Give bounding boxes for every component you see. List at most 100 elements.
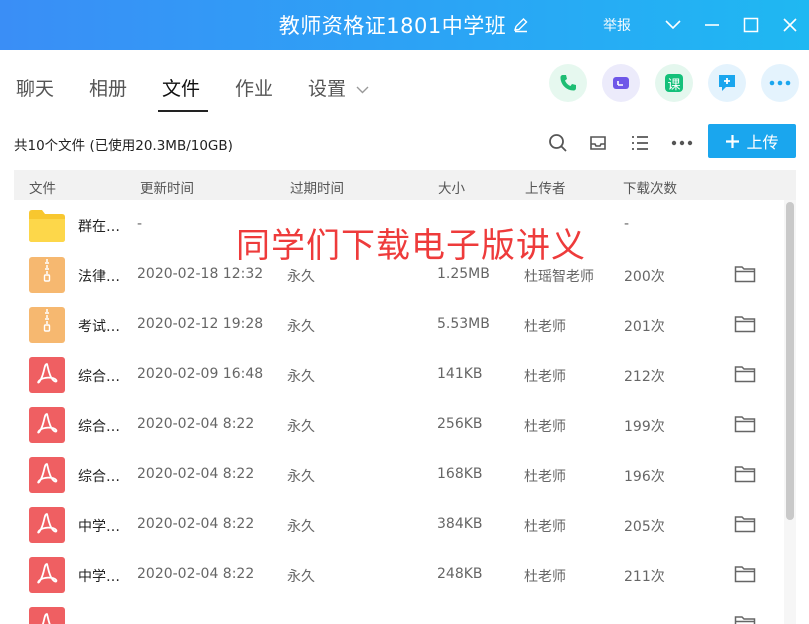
file-updated-time: 2020-02-12 19:28 [137,316,264,332]
pdf-file-icon [28,507,66,543]
title-bar: 教师资格证1801中学班 举报 [0,0,809,50]
column-header-expire[interactable]: 过期时间 [290,177,344,197]
file-row[interactable]: 中学… 2020-02-04 8:22 永久 248KB 杜老师 211次 [14,550,784,600]
file-download-count: - [624,216,630,232]
overlay-caption: 同学们下载电子版讲义 [236,226,586,266]
open-folder-icon[interactable] [734,465,756,487]
file-row[interactable]: 综合… 2020-02-04 8:22 永久 168KB 杜老师 196次 [14,450,784,500]
file-name[interactable]: 综合… [78,416,120,436]
file-size: 168KB [437,466,483,482]
chevron-down-icon[interactable] [653,0,692,50]
tab-files[interactable]: 文件 [162,74,200,101]
file-expire-time: 永久 [287,369,315,385]
open-folder-icon[interactable] [734,315,756,337]
scrollbar-thumb[interactable] [786,202,794,520]
tab-bar: 聊天 相册 文件 作业 设置 课 [0,60,809,112]
file-updated-time: - [137,216,143,232]
settings-chevron-icon[interactable] [356,79,369,98]
pdf-file-icon [28,607,66,624]
more-options-icon[interactable] [669,130,695,156]
pdf-file-icon [28,557,66,593]
tab-homework[interactable]: 作业 [235,74,273,101]
file-updated-time: 2020-02-04 8:22 [137,516,255,532]
file-uploader: 杜老师 [524,419,566,435]
open-folder-icon[interactable] [734,415,756,437]
search-icon[interactable] [545,130,571,156]
file-uploader: 杜老师 [524,569,566,585]
file-name[interactable]: 中学… [78,516,120,536]
pdf-file-icon [28,457,66,493]
course-label: 课 [667,77,681,93]
file-expire-time: 永久 [287,319,315,335]
column-header-time[interactable]: 更新时间 [140,177,194,197]
open-folder-icon[interactable] [734,365,756,387]
file-toolbar: 共10个文件 (已使用20.3MB/10GB) 上传 [0,122,809,162]
file-row[interactable]: 综合… 2020-02-09 16:48 永久 141KB 杜老师 212次 [14,350,784,400]
list-view-icon[interactable] [627,130,653,156]
file-updated-time: 2020-02-04 8:22 [137,566,255,582]
file-name[interactable]: 综合… [78,366,120,386]
file-updated-time: 2020-02-18 12:32 [137,266,264,282]
file-size: 384KB [437,516,483,532]
file-expire-time: 永久 [287,469,315,485]
tab-chat[interactable]: 聊天 [16,74,54,101]
file-name[interactable]: 考试… [78,316,120,336]
open-folder-icon[interactable] [734,515,756,537]
video-call-button[interactable] [602,64,640,102]
file-size: 256KB [437,416,483,432]
inbox-icon[interactable] [585,130,611,156]
file-updated-time: 2020-02-04 8:22 [137,416,255,432]
file-download-count: 196次 [624,469,665,485]
open-folder-icon[interactable] [734,265,756,287]
file-row[interactable]: 中学… 2020-02-04 8:22 永久 384KB 杜老师 205次 [14,500,784,550]
upload-button[interactable]: 上传 [708,124,796,158]
file-name[interactable]: 群在… [78,216,120,236]
close-icon[interactable] [770,0,809,50]
file-download-count: 200次 [624,269,665,285]
more-icon [769,80,791,86]
file-download-count: 212次 [624,369,665,385]
minimize-icon[interactable] [692,0,731,50]
column-header-name[interactable]: 文件 [29,177,56,197]
phone-icon [560,75,576,91]
tab-album[interactable]: 相册 [89,74,127,101]
file-expire-time: 永久 [287,569,315,585]
file-expire-time: 永久 [287,419,315,435]
column-header-size[interactable]: 大小 [438,177,465,197]
zip-file-icon [28,307,66,343]
file-name[interactable]: 综合… [78,466,120,486]
file-download-count: 211次 [624,569,665,585]
course-button[interactable]: 课 [655,64,693,102]
maximize-icon[interactable] [731,0,770,50]
active-tab-indicator [158,110,208,112]
file-name[interactable]: 法律… [78,266,120,286]
file-name[interactable]: 中学… [78,566,120,586]
file-uploader: 杜老师 [524,369,566,385]
column-header-uploader[interactable]: 上传者 [525,177,566,197]
file-updated-time: 2020-02-09 16:48 [137,366,264,382]
folder-icon [28,207,66,243]
edit-title-icon[interactable] [512,16,530,34]
file-table-header: 文件 更新时间 过期时间 大小 上传者 下载次数 [14,170,796,200]
file-row[interactable]: 综合… 2020-02-04 8:22 永久 256KB 杜老师 199次 [14,400,784,450]
new-topic-button[interactable] [708,64,746,102]
upload-label: 上传 [746,133,779,152]
file-row[interactable] [14,600,784,624]
more-apps-button[interactable] [761,64,799,102]
file-download-count: 201次 [624,319,665,335]
column-header-downloads[interactable]: 下载次数 [623,177,677,197]
plus-icon [726,134,740,148]
file-row[interactable]: 考试… 2020-02-12 19:28 永久 5.53MB 杜老师 201次 [14,300,784,350]
phone-call-button[interactable] [549,64,587,102]
open-folder-icon[interactable] [734,615,756,624]
file-uploader: 杜老师 [524,519,566,535]
open-folder-icon[interactable] [734,565,756,587]
tab-settings[interactable]: 设置 [308,74,346,101]
file-count-summary: 共10个文件 (已使用20.3MB/10GB) [14,138,233,154]
report-button[interactable]: 举报 [603,15,631,35]
file-expire-time: 永久 [287,519,315,535]
file-size: 5.53MB [437,316,490,332]
file-uploader: 杜老师 [524,469,566,485]
zip-file-icon [28,257,66,293]
window-title: 教师资格证1801中学班 [278,14,507,38]
